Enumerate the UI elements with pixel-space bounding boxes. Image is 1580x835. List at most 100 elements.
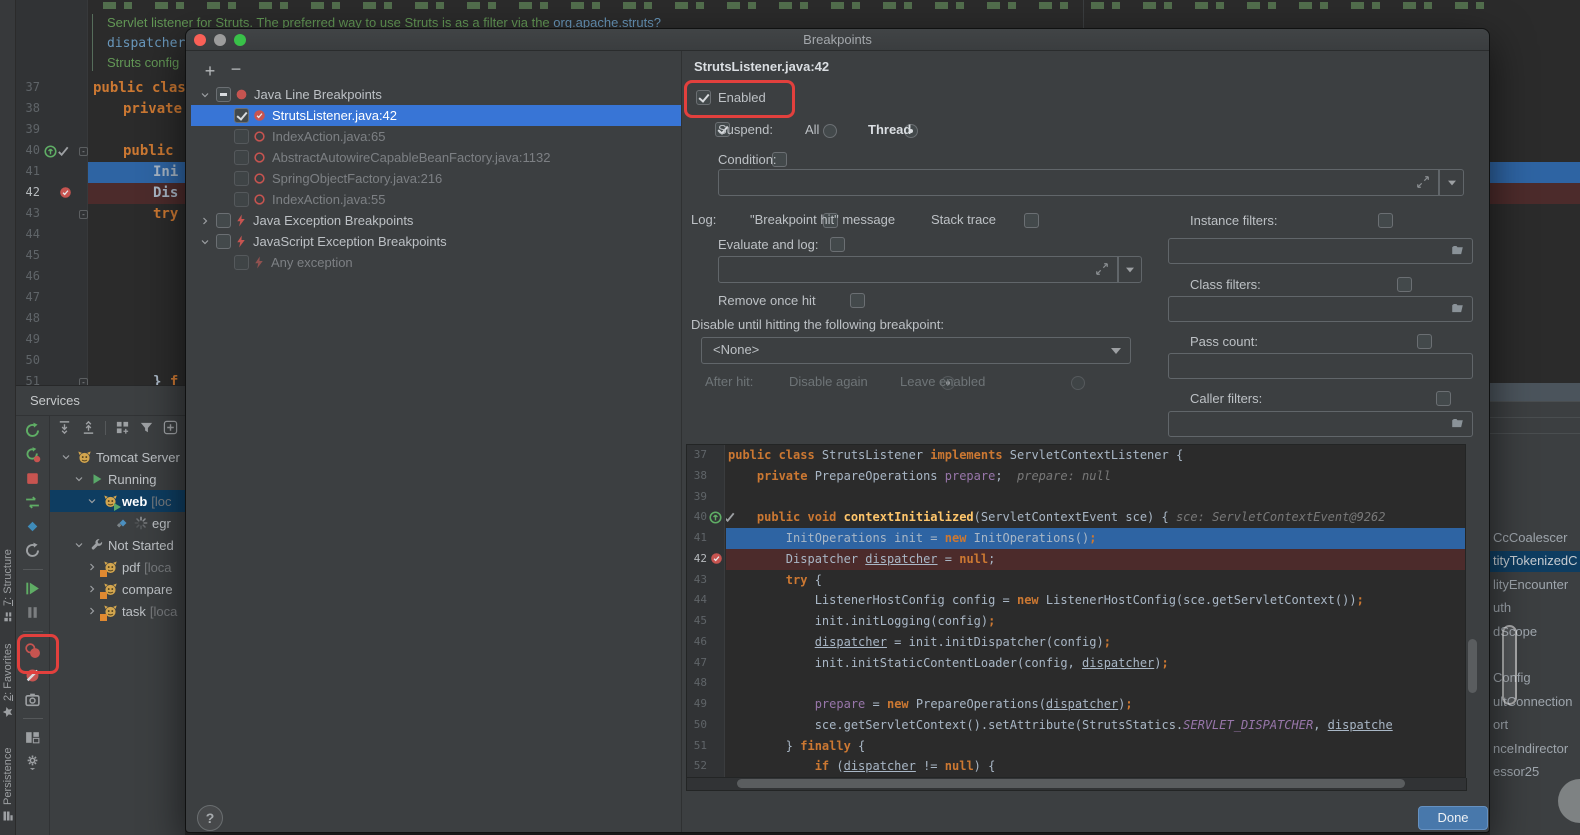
pass-count-input[interactable] [1168,353,1473,379]
resume-button[interactable] [24,580,41,597]
preview-gutter-line[interactable]: 47 [687,653,725,674]
breakpoint-tree-item[interactable]: StrutsListener.java:42 [191,105,681,126]
caller-filters-checkbox[interactable] [1436,391,1451,406]
background-list-item[interactable]: nceIndirector [1490,739,1580,760]
breakpoint-tree-item[interactable]: AbstractAutowireCapableBeanFactory.java:… [191,147,681,168]
rerun-button[interactable] [24,422,41,439]
layout-button[interactable] [24,729,41,746]
chevron-right-icon[interactable] [86,605,99,617]
preview-gutter-line[interactable]: 38 [687,466,725,487]
breakpoint-checkbox[interactable] [234,171,249,186]
preview-code-line[interactable]: init.initLogging(config); [726,611,1465,632]
expand-editor-icon[interactable] [1095,262,1109,281]
remove-once-checkbox[interactable] [850,293,865,308]
preview-code-line[interactable] [726,487,1465,508]
services-tree-item[interactable]: pdf [loca [50,556,185,578]
preview-code-line[interactable]: private PrepareOperations prepare; prepa… [726,466,1465,487]
preview-code-line[interactable]: ListenerHostConfig config = new Listener… [726,590,1465,611]
chevron-down-icon[interactable] [60,451,73,463]
pause-button[interactable] [24,604,41,621]
bp-check-icon[interactable] [59,186,72,199]
breakpoint-checkbox[interactable] [234,255,249,270]
preview-code-line[interactable]: Dispatcher dispatcher = null; [726,549,1465,570]
caller-filters-input[interactable] [1168,411,1473,437]
preview-code-line[interactable]: if (dispatcher != null) { [726,756,1465,777]
preview-gutter-line[interactable]: 37 [687,445,725,466]
services-tree-item[interactable]: web [loc [50,490,185,512]
preview-gutter-line[interactable]: 44 [687,590,725,611]
leave-enabled-radio[interactable] [1071,376,1085,390]
preview-gutter-line[interactable]: 42 [687,549,725,570]
breakpoint-checkbox[interactable] [234,150,249,165]
expand-all-button[interactable] [57,420,72,435]
preview-vertical-scrollbar[interactable] [1467,444,1478,778]
preview-gutter-line[interactable]: 45 [687,611,725,632]
tool-window-button----structure[interactable]: 7: Structure [2,549,14,622]
services-tree-item[interactable]: Tomcat Server [50,446,185,468]
filter-button[interactable] [139,420,154,435]
breakpoint-checkbox[interactable] [216,87,231,102]
editor-code-line[interactable]: private [123,99,182,120]
breakpoint-tree-item[interactable]: IndexAction.java:65 [191,126,681,147]
fold-marker-icon[interactable]: - [79,147,88,156]
background-list-item[interactable]: CcCoalescer [1490,528,1580,549]
group-tabs-button[interactable] [115,420,130,435]
instance-filters-input[interactable] [1168,238,1473,264]
editor-code-line[interactable]: public clas [93,78,186,99]
stack-trace-checkbox[interactable] [1024,213,1039,228]
preview-code-line[interactable] [726,673,1465,694]
preview-code-line[interactable]: sce.getServletContext().setAttribute(Str… [726,715,1465,736]
preview-code-line[interactable]: init.initStaticContentLoader(config, dis… [726,653,1465,674]
editor-code-line[interactable]: try [153,204,178,225]
breakpoint-tree-item[interactable]: JavaScript Exception Breakpoints [191,231,681,252]
chevron-down-icon[interactable] [198,89,212,101]
tool-window-button----favorites[interactable]: 2: Favorites [2,644,14,718]
scrollbar-thumb[interactable] [737,779,1405,788]
preview-code-line[interactable]: public void contextInitialized(ServletCo… [726,507,1465,528]
breakpoint-tree-item[interactable]: IndexAction.java:55 [191,189,681,210]
background-list-item[interactable]: ort [1490,715,1580,736]
condition-history-dropdown[interactable] [1439,169,1464,196]
thread-snapshot-button[interactable] [24,691,41,708]
chevron-right-icon[interactable] [86,561,99,573]
pass-count-checkbox[interactable] [1417,334,1432,349]
preview-gutter-line[interactable]: 39 [687,487,725,508]
preview-code-line[interactable]: InitOperations init = new InitOperations… [726,528,1465,549]
folder-icon[interactable] [1450,244,1465,262]
services-tree-item[interactable]: task [loca [50,600,185,622]
settings-button[interactable] [24,753,41,770]
preview-code-line[interactable]: try { [726,570,1465,591]
tool-window-button-persistence[interactable]: Persistence [2,748,14,822]
evaluate-history-dropdown[interactable] [1118,256,1142,283]
preview-gutter-line[interactable]: 40 [687,507,725,528]
editor-code-line[interactable]: Ini [153,162,178,183]
background-list-item[interactable]: essor25 [1490,762,1580,783]
instance-filters-checkbox[interactable] [1378,213,1393,228]
preview-code-line[interactable]: prepare = new PrepareOperations(dispatch… [726,694,1465,715]
breakpoint-checkbox[interactable] [216,213,231,228]
editor-code-line[interactable]: public [123,141,174,162]
services-tree-item[interactable]: egr [50,512,185,534]
folder-icon[interactable] [1450,417,1465,435]
preview-gutter-line[interactable]: 52 [687,756,725,777]
preview-gutter-line[interactable]: 43 [687,570,725,591]
stop-button[interactable] [24,470,41,487]
breakpoint-tree-item[interactable]: Java Line Breakpoints [191,84,681,105]
scrollbar-thumb[interactable] [1468,639,1477,693]
add-breakpoint-button[interactable]: + [200,61,220,81]
evaluate-log-input[interactable] [718,256,1118,283]
editor-code-line[interactable]: Dis [153,183,178,204]
evaluate-log-checkbox[interactable] [830,237,845,252]
help-button[interactable]: ? [197,805,223,831]
chevron-down-icon[interactable] [73,473,86,485]
chevron-down-icon[interactable] [73,539,86,551]
remove-breakpoint-button[interactable]: − [226,59,246,79]
collapse-all-button[interactable] [81,420,96,435]
expand-editor-icon[interactable] [1416,175,1430,194]
chevron-down-icon[interactable] [198,236,212,248]
chevron-down-icon[interactable] [86,495,99,507]
background-list-item[interactable]: tityTokenizedC [1490,551,1580,572]
chevron-right-icon[interactable] [86,583,99,595]
folder-icon[interactable] [1450,302,1465,320]
preview-code-line[interactable]: } finally { [726,736,1465,757]
